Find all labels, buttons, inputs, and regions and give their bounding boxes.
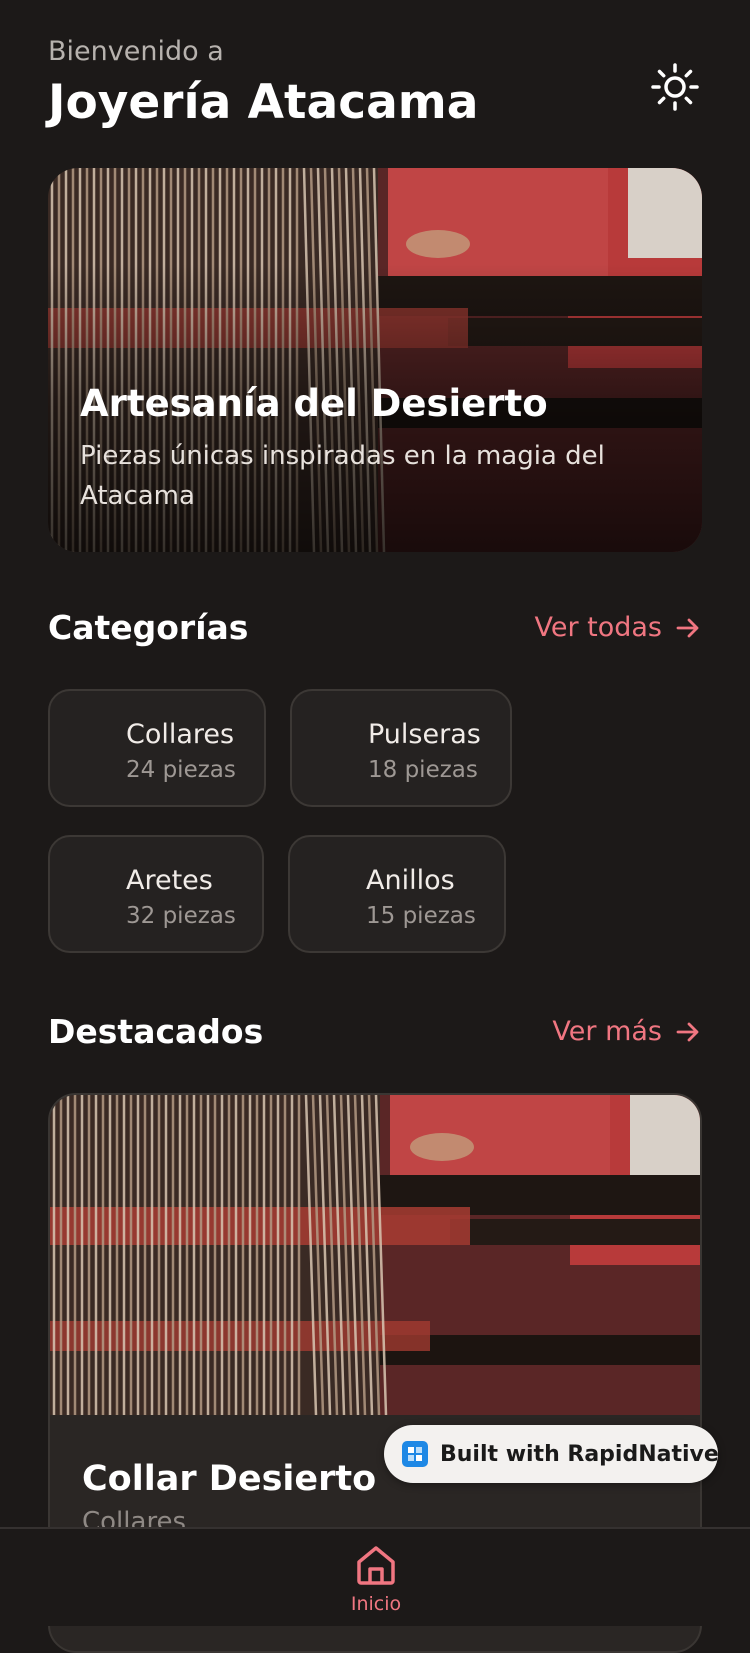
tab-inicio[interactable]: Inicio bbox=[336, 1539, 416, 1626]
greeting-text: Bienvenido a bbox=[48, 36, 224, 67]
category-name: Collares bbox=[126, 719, 235, 750]
categories-header: Categorías Ver todas bbox=[48, 603, 702, 653]
category-card-pulseras[interactable]: Pulseras 18 piezas bbox=[290, 689, 512, 807]
category-name: Aretes bbox=[126, 865, 213, 896]
see-all-categories-link[interactable]: Ver todas bbox=[534, 603, 702, 653]
hero-banner[interactable]: Artesanía del Desierto Piezas únicas ins… bbox=[48, 168, 702, 552]
category-count: 15 piezas bbox=[366, 903, 476, 929]
category-card-aretes[interactable]: Aretes 32 piezas bbox=[48, 835, 264, 953]
header: Bienvenido a Joyería Atacama bbox=[48, 34, 702, 144]
featured-title: Destacados bbox=[48, 1012, 264, 1051]
built-with-text: Built with RapidNative bbox=[440, 1441, 719, 1467]
category-count: 32 piezas bbox=[126, 903, 236, 929]
theme-toggle-button[interactable] bbox=[650, 62, 700, 112]
app-title: Joyería Atacama bbox=[48, 75, 479, 130]
category-card-collares[interactable]: Collares 24 piezas bbox=[48, 689, 266, 807]
built-with-badge[interactable]: Built with RapidNative bbox=[384, 1425, 719, 1483]
hero-subtitle: Piezas únicas inspiradas en la magia del… bbox=[80, 441, 605, 511]
product-title: Collar Desierto bbox=[82, 1459, 377, 1499]
category-name: Pulseras bbox=[368, 719, 481, 750]
see-more-featured-link[interactable]: Ver más bbox=[552, 1007, 702, 1057]
categories-title: Categorías bbox=[48, 608, 249, 647]
tab-label: Inicio bbox=[350, 1593, 402, 1615]
rapidnative-logo-icon bbox=[402, 1441, 428, 1467]
category-count: 18 piezas bbox=[368, 757, 478, 783]
category-card-anillos[interactable]: Anillos 15 piezas bbox=[288, 835, 506, 953]
product-image bbox=[50, 1095, 700, 1415]
bottom-tab-bar: Inicio bbox=[0, 1527, 750, 1626]
arrow-right-icon bbox=[676, 1022, 699, 1042]
category-count: 24 piezas bbox=[126, 757, 236, 783]
arrow-right-icon bbox=[676, 618, 699, 638]
category-name: Anillos bbox=[366, 865, 455, 896]
sun-icon bbox=[651, 63, 699, 111]
home-icon bbox=[357, 1546, 395, 1585]
hero-title: Artesanía del Desierto bbox=[80, 382, 548, 425]
featured-header: Destacados Ver más bbox=[48, 1007, 702, 1057]
